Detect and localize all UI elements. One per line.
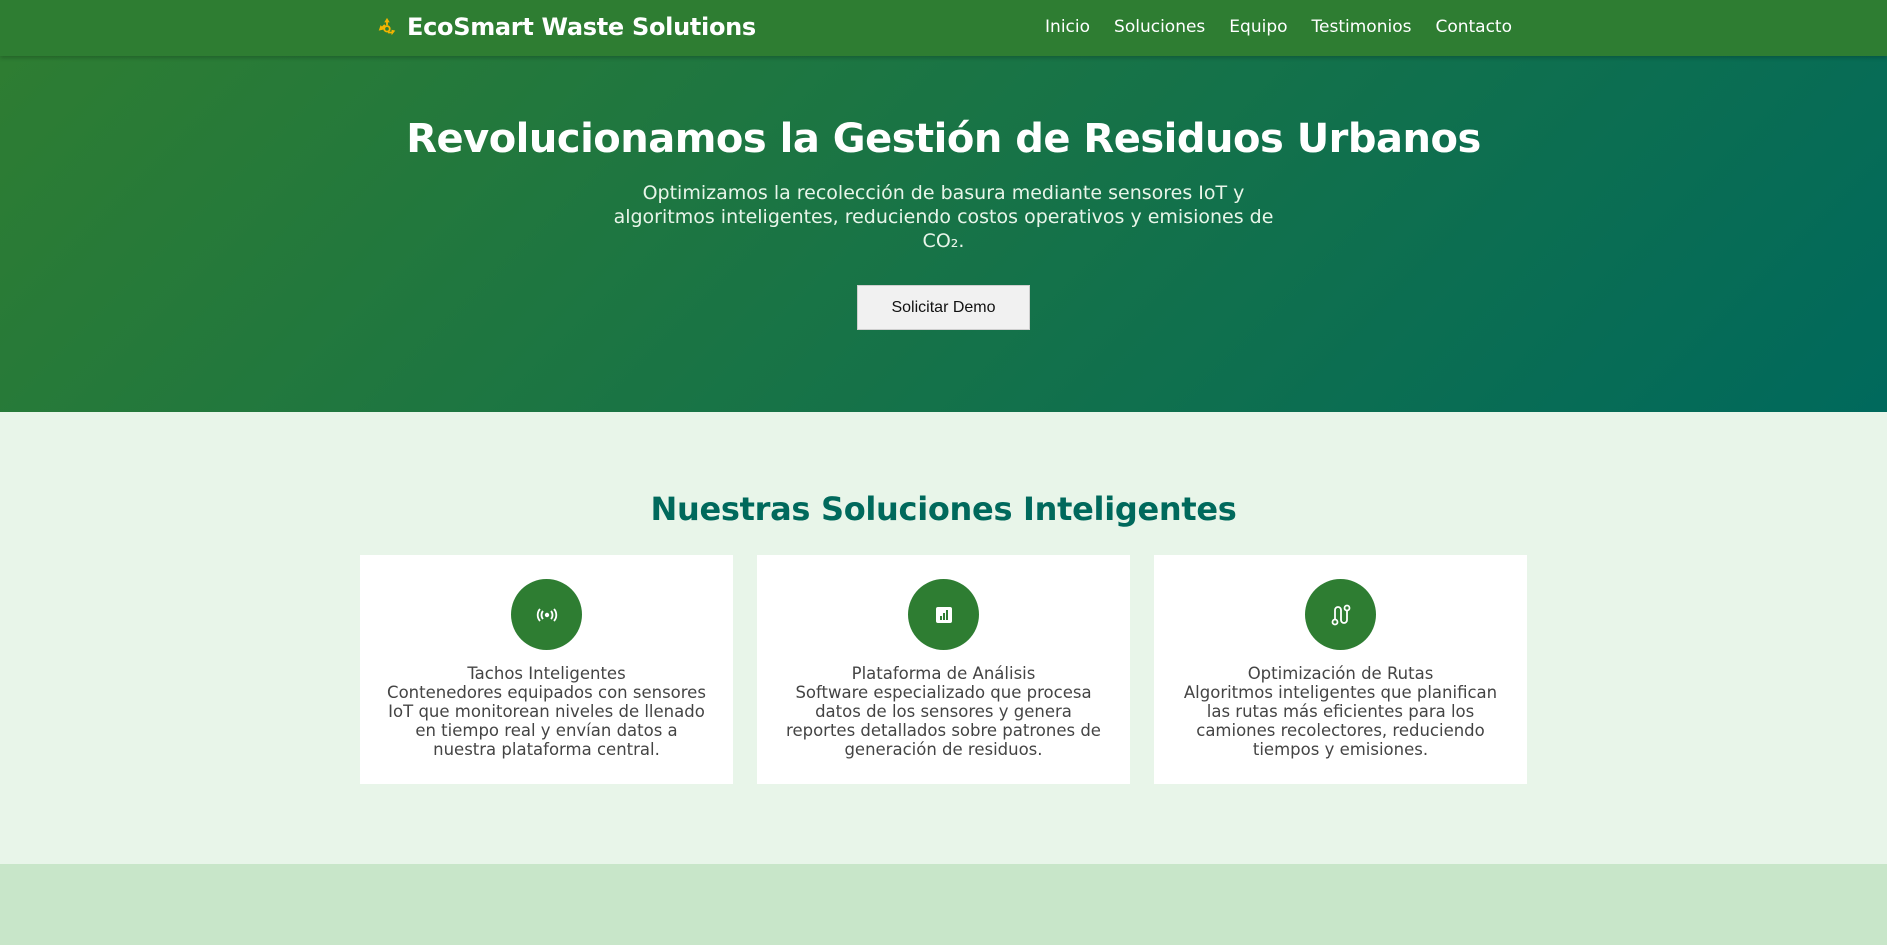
nav-link-equipo[interactable]: Equipo	[1229, 17, 1287, 37]
nav-link-soluciones[interactable]: Soluciones	[1114, 17, 1205, 37]
route-icon	[1305, 579, 1376, 650]
next-section-band	[0, 864, 1887, 945]
solution-card-routes: Optimización de Rutas Algoritmos intelig…	[1154, 555, 1527, 784]
hero-section: Revolucionamos la Gestión de Residuos Ur…	[0, 56, 1887, 412]
nav-links: Inicio Soluciones Equipo Testimonios Con…	[1045, 0, 1512, 53]
solution-card-analytics: Plataforma de Análisis Software especial…	[757, 555, 1130, 784]
hero-subtitle: Optimizamos la recolección de basura med…	[613, 182, 1274, 252]
card-description: Software especializado que procesa datos…	[786, 683, 1101, 759]
solution-card-smart-bins: Tachos Inteligentes Contenedores equipad…	[360, 555, 733, 784]
nav-link-contacto[interactable]: Contacto	[1435, 17, 1512, 37]
card-text: Tachos Inteligentes Contenedores equipad…	[386, 664, 707, 759]
analytics-chart-icon	[908, 579, 979, 650]
card-title: Plataforma de Análisis	[851, 664, 1036, 683]
solutions-title: Nuestras Soluciones Inteligentes	[650, 490, 1237, 528]
card-description: Algoritmos inteligentes que planifican l…	[1183, 683, 1498, 759]
navbar: EcoSmart Waste Solutions Inicio Solucion…	[0, 0, 1887, 56]
card-text: Optimización de Rutas Algoritmos intelig…	[1180, 664, 1501, 759]
card-title: Optimización de Rutas	[1247, 664, 1434, 683]
brand[interactable]: EcoSmart Waste Solutions	[375, 0, 756, 53]
card-title: Tachos Inteligentes	[467, 664, 626, 683]
card-description: Contenedores equipados con sensores IoT …	[387, 683, 706, 759]
brand-name: EcoSmart Waste Solutions	[407, 12, 756, 41]
nav-link-inicio[interactable]: Inicio	[1045, 17, 1090, 37]
wireless-sensor-icon	[511, 579, 582, 650]
request-demo-button[interactable]: Solicitar Demo	[857, 285, 1030, 330]
recycle-icon	[375, 15, 399, 39]
hero-title: Revolucionamos la Gestión de Residuos Ur…	[406, 116, 1481, 162]
nav-link-testimonios[interactable]: Testimonios	[1312, 17, 1412, 37]
card-text: Plataforma de Análisis Software especial…	[783, 664, 1104, 759]
solutions-section: Nuestras Soluciones Inteligentes Tachos …	[0, 412, 1887, 864]
